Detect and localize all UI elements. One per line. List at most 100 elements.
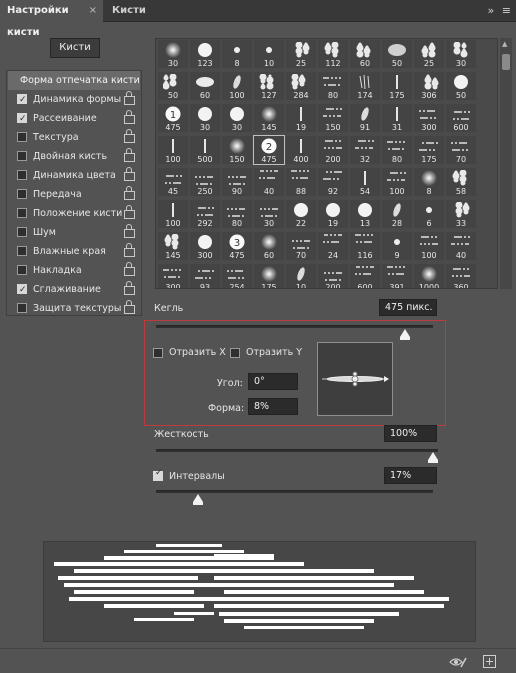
brush-preset[interactable]: 254 [222,264,252,288]
brush-preset[interactable]: 100 [382,168,412,196]
brush-preset[interactable]: 175 [254,264,284,288]
lock-icon[interactable] [124,167,135,181]
brush-preset[interactable]: 300 [414,104,444,132]
lock-icon[interactable] [124,110,135,124]
brush-preset[interactable]: 174 [350,72,380,100]
flip-y-control[interactable]: Отразить Y [230,347,310,359]
brush-preset[interactable]: 200 [318,136,348,164]
brush-preset[interactable]: 3 475 [222,232,252,260]
eye-brush-icon[interactable] [449,655,467,669]
brush-preset[interactable]: 250 [190,168,220,196]
brush-preset[interactable]: 500 [190,136,220,164]
collapse-icon[interactable]: » [488,4,495,17]
brush-preset[interactable]: 13 [350,200,380,228]
spacing-control[interactable]: Интервалы [153,468,233,483]
tab-brushes[interactable]: Кисти [105,0,151,22]
brush-preset[interactable]: 123 [190,40,220,68]
brush-preset[interactable]: 88 [286,168,316,196]
brush-preset[interactable]: 175 [382,72,412,100]
option-checkbox[interactable] [17,265,27,275]
brush-preset[interactable]: 50 [446,72,476,100]
spacing-input[interactable]: 17% [384,467,437,484]
option-item[interactable]: Шум [7,223,141,242]
option-checkbox[interactable] [17,132,27,142]
lock-icon[interactable] [124,91,135,105]
brush-preset[interactable]: 33 [446,200,476,228]
angle-roundness-widget[interactable] [317,342,393,416]
brush-preset[interactable]: 127 [254,72,284,100]
brush-preset[interactable]: 10 [286,264,316,288]
option-item[interactable]: Передача [7,185,141,204]
brush-preset[interactable]: 8 [414,168,444,196]
option-item[interactable]: Динамика формы [7,90,141,110]
option-item[interactable]: Рассеивание [7,109,141,129]
brush-preset[interactable]: 100 [158,136,188,164]
brush-preset[interactable]: 70 [446,136,476,164]
lock-icon[interactable] [124,205,135,219]
brush-preset[interactable]: 1 475 [158,104,188,132]
tab-brush-settings[interactable]: Настройки кисти × [0,0,103,38]
option-item[interactable]: Сглаживание [7,280,141,300]
brush-preset[interactable]: 30 [254,200,284,228]
brush-preset[interactable]: 145 [158,232,188,260]
brush-preset[interactable]: 360 [446,264,476,288]
brush-preset[interactable]: 91 [350,104,380,132]
option-item[interactable]: Влажные края [7,242,141,261]
option-item[interactable]: Динамика цвета [7,166,141,185]
brush-preset[interactable]: 45 [158,168,188,196]
option-checkbox[interactable] [17,208,27,218]
flip-x-control[interactable]: Отразить X [153,347,231,359]
brush-preset[interactable]: 92 [318,168,348,196]
flip-x-checkbox[interactable] [153,348,163,358]
brush-preset[interactable]: 145 [254,104,284,132]
brush-preset[interactable]: 150 [222,136,252,164]
brush-preset[interactable]: 58 [446,168,476,196]
brush-preset[interactable]: 30 [222,104,252,132]
lock-icon[interactable] [124,281,135,295]
scrollbar-thumb[interactable] [502,54,510,70]
scroll-up-icon[interactable]: ▲ [502,40,507,48]
brush-preset[interactable]: 116 [350,232,380,260]
brush-preset[interactable]: 100 [222,72,252,100]
brush-preset[interactable]: 306 [414,72,444,100]
brush-preset[interactable]: 24 [318,232,348,260]
option-item[interactable]: Положение кисти [7,204,141,223]
option-checkbox[interactable] [17,281,27,300]
brush-preset[interactable]: 2 475 [253,135,285,165]
option-checkbox[interactable] [17,170,27,180]
brush-preset[interactable]: 25 [286,40,316,68]
brush-preset[interactable]: 50 [382,40,412,68]
brush-preset[interactable]: 80 [222,200,252,228]
brush-preset[interactable]: 400 [286,136,316,164]
lock-icon[interactable] [124,224,135,238]
brush-preset[interactable]: 391 [382,264,412,288]
preset-scrollbar[interactable]: ▲ [500,38,512,289]
brush-preset[interactable]: 112 [318,40,348,68]
brush-preset[interactable]: 90 [222,168,252,196]
brush-preset[interactable]: 8 [222,40,252,68]
brush-preset[interactable]: 32 [350,136,380,164]
brush-preset[interactable]: 80 [382,136,412,164]
lock-icon[interactable] [124,129,135,143]
brush-preset[interactable]: 93 [190,264,220,288]
option-item[interactable]: Текстура [7,128,141,147]
brush-preset[interactable]: 40 [254,168,284,196]
brush-preset[interactable]: 200 [318,264,348,288]
brush-preset[interactable]: 175 [414,136,444,164]
lock-icon[interactable] [124,148,135,162]
brush-preset[interactable]: 30 [158,40,188,68]
option-item[interactable]: Двойная кисть [7,147,141,166]
brush-preset[interactable]: 60 [190,72,220,100]
option-checkbox[interactable] [17,227,27,237]
option-checkbox[interactable] [17,246,27,256]
brush-preset[interactable]: 54 [350,168,380,196]
brush-preset[interactable]: 30 [190,104,220,132]
brush-preset[interactable]: 28 [382,200,412,228]
roundness-input[interactable]: 8% [248,398,298,415]
lock-icon[interactable] [124,243,135,257]
brush-preset[interactable]: 284 [286,72,316,100]
brush-preset[interactable]: 100 [414,232,444,260]
brush-preset[interactable]: 31 [382,104,412,132]
option-item[interactable]: Накладка [7,261,141,280]
brush-preset[interactable]: 10 [254,40,284,68]
